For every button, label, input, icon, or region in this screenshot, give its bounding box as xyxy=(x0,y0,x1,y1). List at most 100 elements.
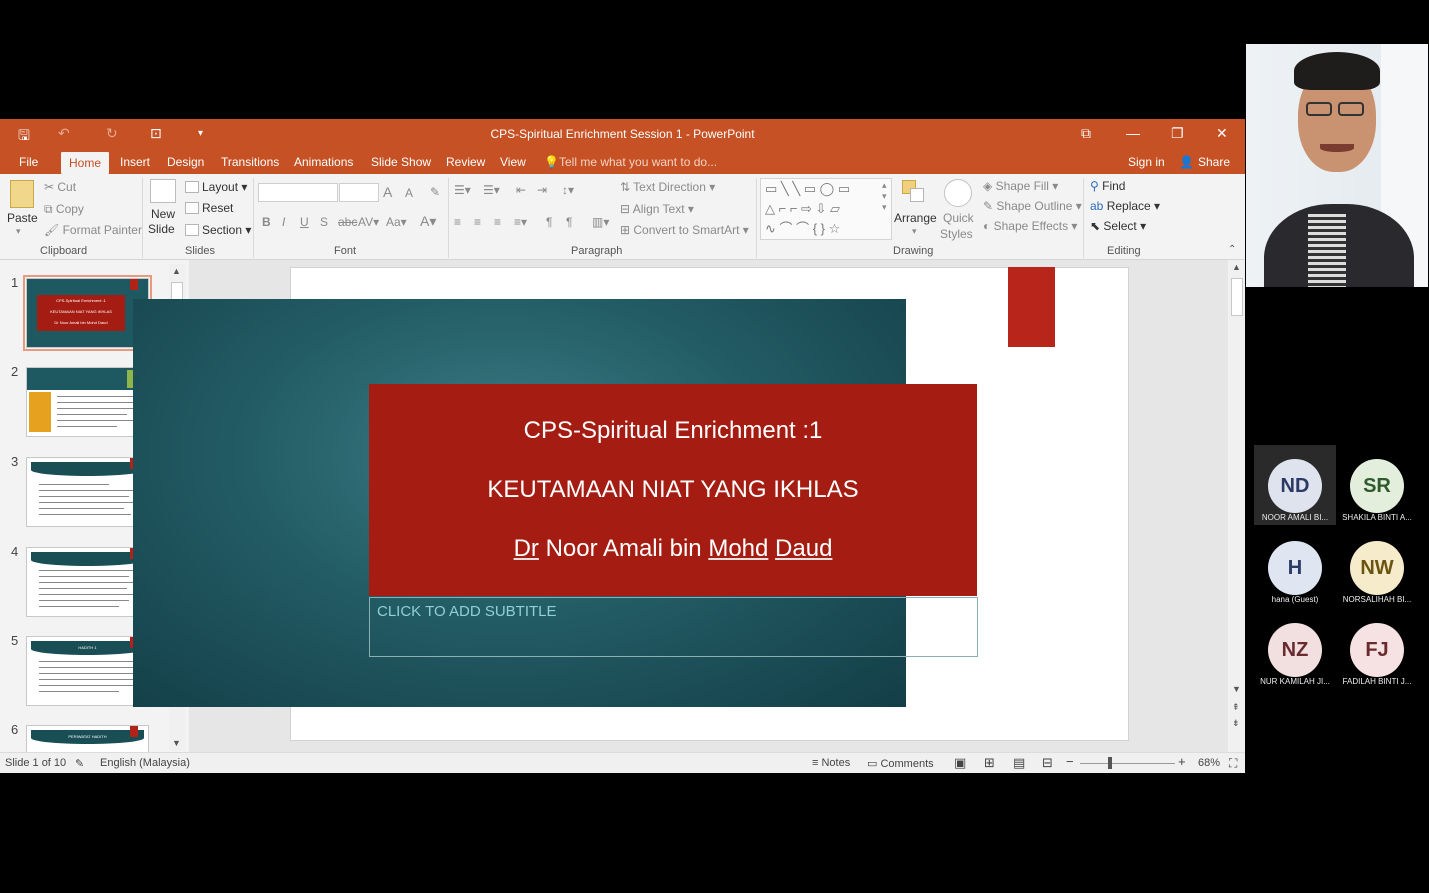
canvas-scrollbar[interactable]: ▲ ▼ ⇞ ⇟ xyxy=(1229,260,1245,752)
zoom-slider-thumb[interactable] xyxy=(1108,757,1112,769)
quick-styles-line2[interactable]: Styles xyxy=(940,227,973,241)
close-icon[interactable]: ✕ xyxy=(1216,125,1228,142)
paste-button[interactable]: Paste xyxy=(7,211,38,225)
scrollbar-thumb[interactable] xyxy=(1231,278,1243,316)
quick-styles-line1[interactable]: Quick xyxy=(943,211,974,225)
shadow-icon[interactable]: S xyxy=(320,215,328,229)
bold-icon[interactable]: B xyxy=(262,215,271,229)
shapes-gallery[interactable]: ▭ ╲ ╲ ▭ ◯ ▭ △ ⌐ ⌐ ⇨ ⇩ ▱ ∿ ⌒ ⌒ { } ☆ xyxy=(760,178,892,240)
tab-home[interactable]: Home xyxy=(61,152,110,174)
find-button[interactable]: ⚲ Find xyxy=(1090,179,1125,193)
notes-button[interactable]: ≡ Notes xyxy=(812,757,850,769)
cut-button[interactable]: ✂ Cut xyxy=(44,180,76,194)
slideshow-view-icon[interactable]: ⊟ xyxy=(1042,755,1053,771)
participant-tile[interactable]: ND NOOR AMALI BI... xyxy=(1254,445,1336,525)
tab-animations[interactable]: Animations xyxy=(294,155,353,169)
slide-thumbnail-1[interactable]: CPS-Spiritual Enrichment :1 KEUTAMAAN NI… xyxy=(23,275,152,351)
reset-button[interactable]: Reset xyxy=(185,201,233,215)
align-left-icon[interactable]: ≡ xyxy=(454,215,461,229)
text-direction-button[interactable]: ⇅ Text Direction ▾ xyxy=(620,180,715,194)
slide-sorter-icon[interactable]: ⊞ xyxy=(984,755,995,771)
participant-tile[interactable]: FJ FADILAH BINTI J... xyxy=(1336,609,1418,689)
rtl-icon[interactable]: ¶ xyxy=(566,215,572,229)
scroll-down-icon[interactable]: ▼ xyxy=(172,738,181,748)
collapse-ribbon-icon[interactable]: ⌃ xyxy=(1228,244,1236,255)
participant-tile[interactable]: NW NORSALIHAH BI... xyxy=(1336,527,1418,607)
align-center-icon[interactable]: ≡ xyxy=(474,215,481,229)
scroll-down-icon[interactable]: ▼ xyxy=(1232,684,1241,694)
slide-thumbnail-3[interactable] xyxy=(26,457,149,527)
slide-thumbnail-4[interactable] xyxy=(26,547,149,617)
ribbon-display-options-icon[interactable]: ⧉ xyxy=(1081,125,1091,142)
sign-in-link[interactable]: Sign in xyxy=(1128,155,1165,169)
italic-icon[interactable]: I xyxy=(282,215,285,229)
decrease-indent-icon[interactable]: ⇤ xyxy=(516,183,526,197)
new-slide-button-line1[interactable]: New xyxy=(151,207,175,221)
decrease-font-icon[interactable]: A xyxy=(405,186,413,200)
char-spacing-icon[interactable]: AV▾ xyxy=(358,215,379,229)
tab-design[interactable]: Design xyxy=(167,155,204,169)
zoom-slider-track[interactable] xyxy=(1080,763,1175,764)
section-button[interactable]: Section ▾ xyxy=(185,223,251,237)
increase-font-icon[interactable]: A xyxy=(383,184,392,200)
reading-view-icon[interactable]: ▤ xyxy=(1013,755,1025,771)
previous-slide-icon[interactable]: ⇞ xyxy=(1232,702,1240,713)
paste-dropdown-icon[interactable]: ▾ xyxy=(16,226,21,237)
new-slide-button-line2[interactable]: Slide xyxy=(148,222,175,236)
arrange-button[interactable]: Arrange xyxy=(894,211,937,225)
clear-format-icon[interactable]: ✎ xyxy=(430,185,440,199)
format-painter-button[interactable]: 🖌 Format Painter xyxy=(44,223,142,237)
comments-button[interactable]: ▭ Comments xyxy=(867,757,934,770)
select-button[interactable]: ⬉ Select ▾ xyxy=(1090,219,1146,233)
participant-tile[interactable]: H hana (Guest) xyxy=(1254,527,1336,607)
columns-icon[interactable]: ▥▾ xyxy=(592,215,609,229)
zoom-in-icon[interactable]: + xyxy=(1178,754,1186,769)
slide-bookmark-shape[interactable] xyxy=(1008,267,1055,347)
title-placeholder[interactable]: CPS-Spiritual Enrichment :1 KEUTAMAAN NI… xyxy=(369,384,977,596)
tab-view[interactable]: View xyxy=(500,155,526,169)
participant-tile[interactable]: NZ NUR KAMILAH JI... xyxy=(1254,609,1336,689)
slide-thumbnail-2[interactable] xyxy=(26,367,149,437)
font-name-combo[interactable] xyxy=(258,183,338,202)
strikethrough-icon[interactable]: abc xyxy=(338,215,357,229)
underline-icon[interactable]: U xyxy=(300,215,309,229)
shape-outline-button[interactable]: ✎ Shape Outline ▾ xyxy=(983,199,1082,213)
minimize-icon[interactable]: — xyxy=(1126,125,1140,141)
spelling-check-icon[interactable]: ✎ xyxy=(75,757,84,770)
replace-button[interactable]: ab Replace ▾ xyxy=(1090,199,1160,213)
zoom-level[interactable]: 68% xyxy=(1198,757,1220,769)
align-right-icon[interactable]: ≡ xyxy=(494,215,501,229)
bullets-icon[interactable]: ☰▾ xyxy=(454,183,471,197)
normal-view-icon[interactable]: ▣ xyxy=(954,755,966,771)
numbering-icon[interactable]: ☰▾ xyxy=(483,183,500,197)
fit-to-window-icon[interactable]: ⛶ xyxy=(1229,756,1237,771)
tell-me-box[interactable]: Tell me what you want to do... xyxy=(559,155,717,169)
increase-indent-icon[interactable]: ⇥ xyxy=(537,183,547,197)
restore-icon[interactable]: ❐ xyxy=(1171,125,1184,142)
next-slide-icon[interactable]: ⇟ xyxy=(1232,718,1240,729)
tab-file[interactable]: File xyxy=(19,155,38,169)
tab-transitions[interactable]: Transitions xyxy=(221,155,279,169)
justify-icon[interactable]: ≡▾ xyxy=(514,215,527,229)
subtitle-placeholder[interactable]: CLICK TO ADD SUBTITLE xyxy=(369,597,978,657)
scroll-up-icon[interactable]: ▲ xyxy=(1232,262,1241,272)
arrange-dropdown-icon[interactable]: ▾ xyxy=(912,226,917,237)
share-button[interactable]: Share xyxy=(1198,155,1230,169)
shape-effects-button[interactable]: ◐ Shape Effects ▾ xyxy=(983,219,1077,233)
align-text-button[interactable]: ⊟ Align Text ▾ xyxy=(620,202,694,216)
slide-thumbnail-6[interactable]: PERIWATAT HADITH xyxy=(26,725,149,752)
font-size-combo[interactable] xyxy=(339,183,379,202)
gallery-more-icon[interactable]: ▴ ▾ ▾ xyxy=(882,180,887,213)
zoom-out-icon[interactable]: − xyxy=(1066,754,1074,769)
font-color-icon[interactable]: A▾ xyxy=(420,213,436,230)
change-case-icon[interactable]: Aa▾ xyxy=(386,215,407,229)
line-spacing-icon[interactable]: ↕▾ xyxy=(562,183,574,197)
convert-smartart-button[interactable]: ⊞ Convert to SmartArt ▾ xyxy=(620,223,749,237)
tab-slide-show[interactable]: Slide Show xyxy=(371,155,431,169)
language-indicator[interactable]: English (Malaysia) xyxy=(100,757,190,769)
tab-review[interactable]: Review xyxy=(446,155,485,169)
ltr-icon[interactable]: ¶ xyxy=(546,215,552,229)
slide-thumbnail-5[interactable]: HADITH 1 xyxy=(26,636,149,706)
layout-button[interactable]: Layout ▾ xyxy=(185,180,247,194)
tab-insert[interactable]: Insert xyxy=(120,155,150,169)
